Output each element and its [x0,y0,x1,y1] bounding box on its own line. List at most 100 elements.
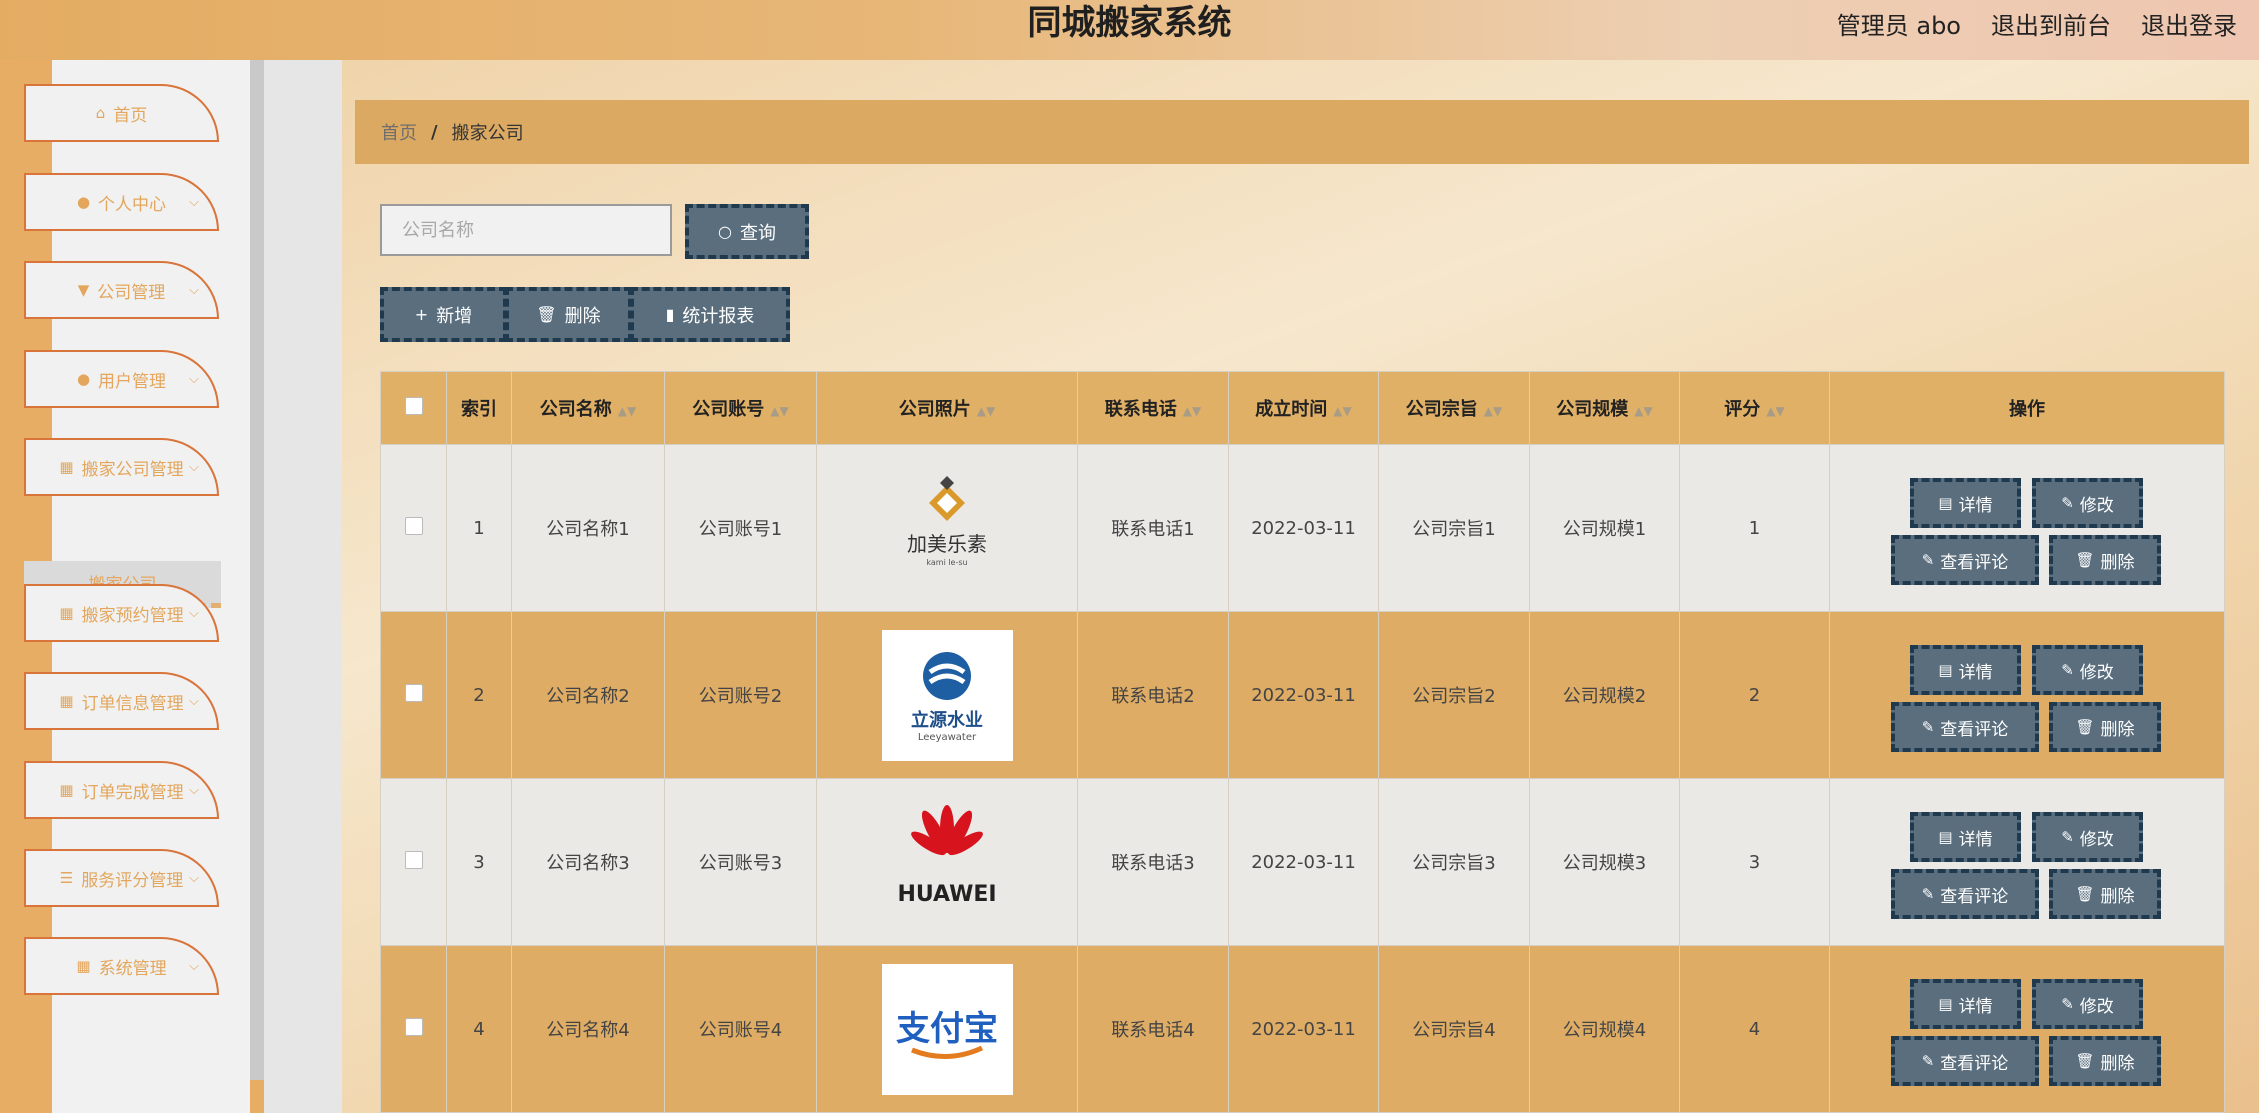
view-comments-button[interactable]: ✎ 查看评论 [1891,702,2039,752]
cell-company-name: 公司名称3 [511,778,665,946]
chevron-down-icon: ⌵ [189,694,199,709]
chevron-down-icon: ⌵ [189,283,199,298]
grid-icon: ▦ [59,692,74,710]
column-header-sortable[interactable]: 公司名称 ▲▼ [511,371,665,445]
view-comments-button[interactable]: ✎ 查看评论 [1891,535,2039,585]
sidebar-item-label: 用户管理 [98,371,167,392]
table-row: 2 公司名称2 公司账号2 立源水业 Leeyawater 联系电话2 2022… [380,611,2225,779]
search-icon: ○ [718,222,732,241]
batch-delete-button[interactable]: 🗑 删除 [505,287,632,342]
cell-company-name: 公司名称4 [511,945,665,1113]
chevron-down-icon: ⌵ [189,783,199,798]
sort-icon[interactable]: ▲▼ [1484,404,1502,418]
company-logo-image: 支付宝 [881,963,1013,1095]
edit-button[interactable]: ✎ 修改 [2032,478,2143,528]
column-header-sortable[interactable]: 公司照片 ▲▼ [816,371,1078,445]
exit-to-front-link[interactable]: 退出到前台 [1991,6,2111,41]
detail-button[interactable]: ▤ 详情 [1910,645,2021,695]
sidebar-item-order-info-management[interactable]: ▦ 订单信息管理 ⌵ [24,672,219,730]
edit-button[interactable]: ✎ 修改 [2032,979,2143,1029]
sidebar-item-label: 系统管理 [98,958,167,979]
sort-icon[interactable]: ▲▼ [1183,404,1201,418]
column-header-sortable[interactable]: 联系电话 ▲▼ [1077,371,1229,445]
sidebar-item-service-rating-management[interactable]: ☰ 服务评分管理 ⌵ [24,849,219,907]
trash-icon: 🗑 [536,305,557,324]
row-checkbox[interactable] [404,1017,423,1036]
logo-text: HUAWEI [897,882,996,907]
pencil-icon: ✎ [1921,1052,1935,1070]
view-comments-button[interactable]: ✎ 查看评论 [1891,869,2039,919]
logo-text: 立源水业 [911,709,983,731]
logo-subtext: Leeyawater [917,732,976,743]
select-all-checkbox[interactable] [404,396,423,415]
sidebar-item-personal-center[interactable]: ● 个人中心 ⌵ [24,173,219,231]
delete-button[interactable]: 🗑 删除 [2049,702,2161,752]
pencil-icon: ✎ [1921,885,1935,903]
add-button[interactable]: + 新增 [380,287,507,342]
cell-phone: 联系电话3 [1077,778,1229,946]
cell-company-photo: 立源水业 Leeyawater [816,611,1078,779]
sidebar-item-label: 服务评分管理 [81,870,184,891]
sort-icon[interactable]: ▲▼ [977,404,995,418]
chevron-down-icon: ⌵ [189,606,199,621]
cell-founded-date: 2022-03-11 [1228,444,1379,612]
sort-icon[interactable]: ▲▼ [1634,404,1652,418]
breadcrumb-separator: / [431,121,438,143]
sidebar-item-label: 订单信息管理 [81,693,184,714]
column-header-sortable[interactable]: 公司规模 ▲▼ [1529,371,1680,445]
statistics-report-button[interactable]: ▮ 统计报表 [630,287,790,342]
sidebar-item-order-complete-management[interactable]: ▦ 订单完成管理 ⌵ [24,761,219,819]
chevron-down-icon: ⌵ [189,460,199,475]
cell-rating: 2 [1679,611,1830,779]
cell-mission: 公司宗旨2 [1378,611,1530,779]
document-icon: ▤ [1938,828,1953,846]
detail-button[interactable]: ▤ 详情 [1910,979,2021,1029]
cell-index: 2 [446,611,512,779]
breadcrumb-home[interactable]: 首页 [381,119,417,145]
chevron-down-icon: ⌵ [189,372,199,387]
cell-phone: 联系电话1 [1077,444,1229,612]
column-header-sortable[interactable]: 公司宗旨 ▲▼ [1378,371,1530,445]
company-table: 索引 公司名称 ▲▼ 公司账号 ▲▼ 公司照片 ▲▼ 联系电话 ▲▼ 成立时间 ▲▼ 公司… [380,371,2225,1113]
breadcrumb-current: 搬家公司 [451,123,524,144]
sidebar-item-moving-booking-management[interactable]: ▦ 搬家预约管理 ⌵ [24,584,219,642]
delete-button[interactable]: 🗑 删除 [2049,535,2161,585]
search-button[interactable]: ○ 查询 [685,204,809,259]
cell-scale: 公司规模4 [1529,945,1680,1113]
document-icon: ▤ [1938,494,1953,512]
logo-text: 支付宝 [896,1009,998,1049]
sort-icon[interactable]: ▲▼ [770,404,788,418]
logout-link[interactable]: 退出登录 [2141,6,2237,41]
sort-icon[interactable]: ▲▼ [1333,404,1351,418]
plus-icon: + [414,305,429,324]
view-comments-button[interactable]: ✎ 查看评论 [1891,1036,2039,1086]
sidebar-item-moving-company-management[interactable]: ▦ 搬家公司管理 ⌵ [24,438,219,496]
detail-button[interactable]: ▤ 详情 [1910,478,2021,528]
edit-button[interactable]: ✎ 修改 [2032,645,2143,695]
sidebar-item-company-management[interactable]: ▼ 公司管理 ⌵ [24,261,219,319]
pencil-icon: ✎ [2061,995,2074,1013]
column-header-sortable[interactable]: 评分 ▲▼ [1679,371,1830,445]
column-header-sortable[interactable]: 成立时间 ▲▼ [1228,371,1379,445]
sort-icon[interactable]: ▲▼ [618,404,636,418]
delete-button[interactable]: 🗑 删除 [2049,1036,2161,1086]
row-checkbox[interactable] [404,516,423,535]
row-checkbox[interactable] [404,850,423,869]
sidebar-item-home[interactable]: ⌂ 首页 [24,84,219,142]
company-name-search-input[interactable] [380,204,672,256]
sidebar-item-system-management[interactable]: ▦ 系统管理 ⌵ [24,937,219,995]
sidebar: ⌂ 首页 ● 个人中心 ⌵ ▼ 公司管理 ⌵ ● 用户管理 ⌵ ▦ 搬家公司管理… [0,60,342,1113]
row-checkbox[interactable] [404,683,423,702]
detail-button[interactable]: ▤ 详情 [1910,812,2021,862]
sidebar-item-user-management[interactable]: ● 用户管理 ⌵ [24,350,219,408]
cell-actions: ▤ 详情 ✎ 修改 ✎ 查看评论 🗑 删除 [1829,945,2225,1113]
home-icon: ⌂ [95,104,106,122]
sidebar-scrollbar[interactable] [250,60,264,1080]
column-header-sortable[interactable]: 公司账号 ▲▼ [664,371,817,445]
delete-button[interactable]: 🗑 删除 [2049,869,2161,919]
sort-icon[interactable]: ▲▼ [1766,404,1784,418]
cell-index: 1 [446,444,512,612]
column-header: 索引 [446,371,512,445]
edit-button[interactable]: ✎ 修改 [2032,812,2143,862]
logo-text: 加美乐素 [907,532,987,556]
